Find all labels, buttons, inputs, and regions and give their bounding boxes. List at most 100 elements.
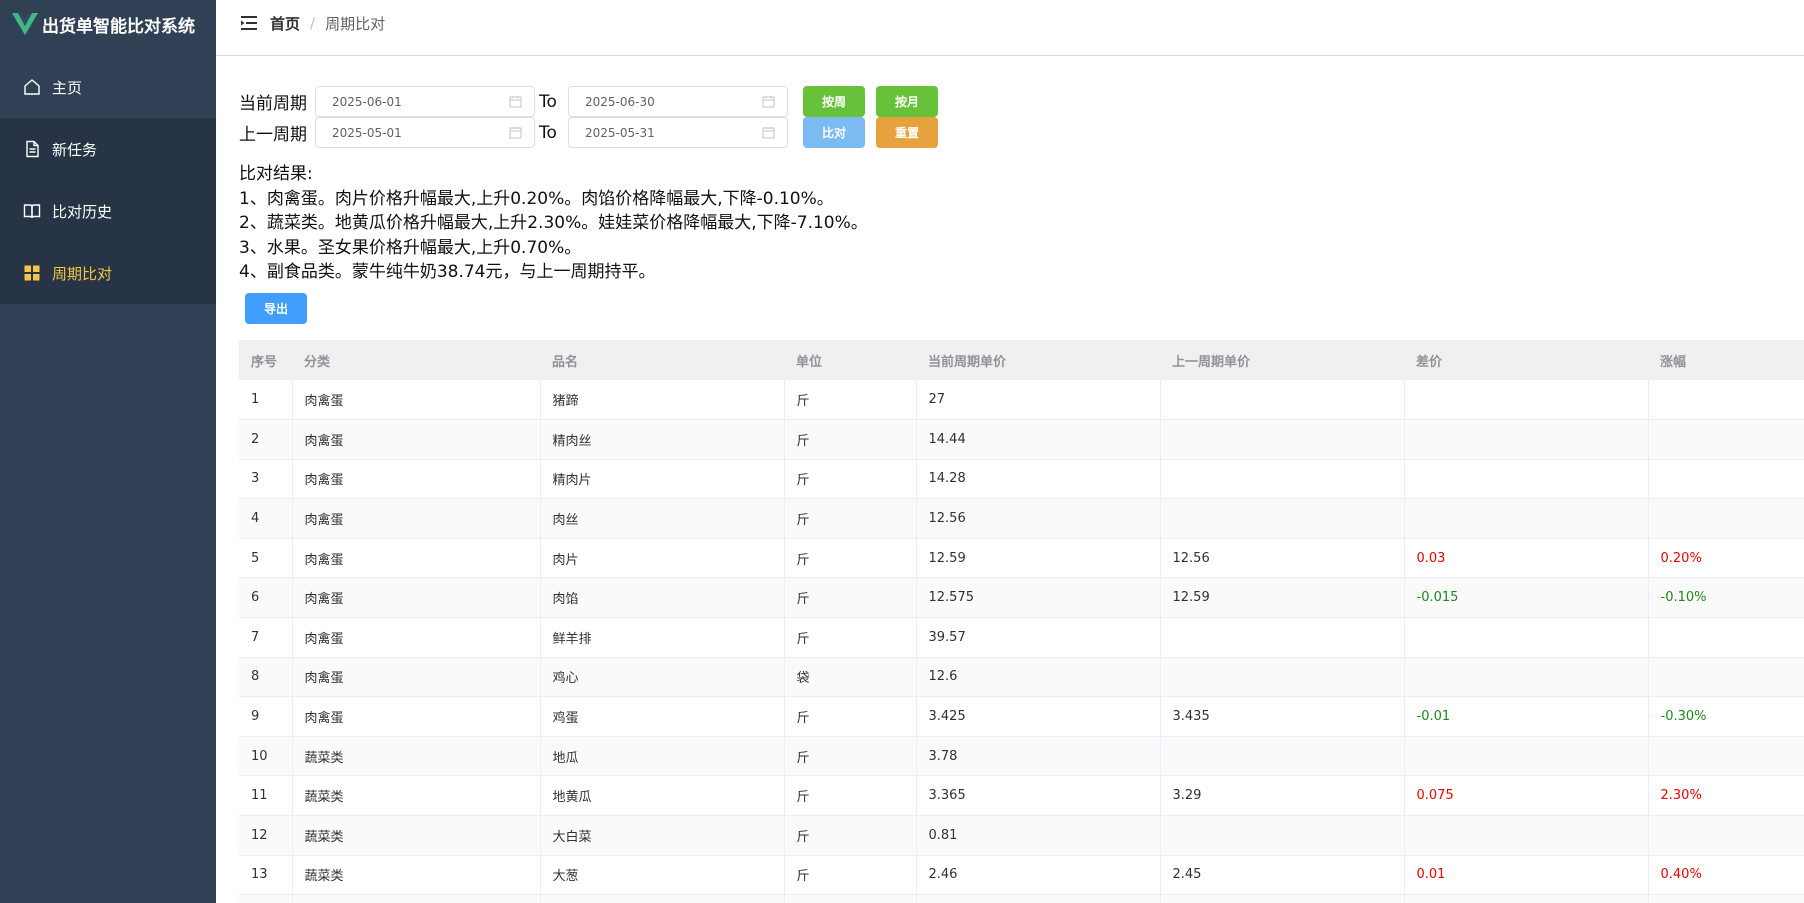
- sidebar-item-label: 主页: [52, 78, 83, 97]
- previous-end-date-input[interactable]: 2025-05-31: [568, 117, 788, 148]
- table-cell: 0.01: [1404, 855, 1649, 896]
- sidebar-item-history[interactable]: 比对历史: [0, 180, 216, 242]
- sidebar-menu: 主页 新任务 比对历史 周期比对: [0, 56, 216, 304]
- table-cell: 12.575: [916, 577, 1161, 619]
- table-cell: 3.435: [1160, 696, 1405, 737]
- current-end-date-input[interactable]: 2025-06-30: [568, 86, 788, 117]
- table-cell: 大葱: [540, 855, 785, 896]
- breadcrumb-current: 周期比对: [325, 14, 386, 33]
- table-cell: [1648, 419, 1804, 460]
- table-row[interactable]: 11 蔬菜类 地黄瓜斤 3.365 3.29 0.075 2.30%: [239, 775, 1804, 817]
- sidebar-item-home[interactable]: 主页: [0, 56, 216, 118]
- table-cell: 0.81: [916, 815, 1161, 856]
- breadcrumb-home[interactable]: 首页: [270, 13, 300, 34]
- table-cell: 8: [239, 657, 293, 698]
- table-cell: 12.56: [916, 498, 1161, 539]
- table-row[interactable]: 7 肉禽蛋 鲜羊排斤 39.57: [239, 617, 1804, 658]
- table-cell: [784, 894, 917, 903]
- current-start-date-input[interactable]: 2025-06-01: [315, 86, 535, 117]
- table-cell: 斤: [784, 577, 917, 619]
- table-cell: [292, 894, 541, 903]
- table-cell: 肉禽蛋: [292, 498, 541, 539]
- by-week-button[interactable]: 按周: [803, 86, 865, 117]
- by-month-button[interactable]: 按月: [876, 86, 938, 117]
- table-cell: [1404, 894, 1649, 903]
- table-cell: 肉丝: [540, 498, 785, 539]
- reset-button[interactable]: 重置: [876, 117, 938, 148]
- current-period-label: 当前周期: [239, 94, 307, 114]
- table-row[interactable]: 8 肉禽蛋 鸡心袋 12.6: [239, 657, 1804, 698]
- table-cell: [1404, 815, 1649, 856]
- table-cell: [1404, 380, 1649, 421]
- result-title: 比对结果:: [239, 164, 313, 184]
- export-button[interactable]: 导出: [245, 292, 307, 324]
- table-cell: 27: [916, 380, 1161, 421]
- logo[interactable]: 出货单智能比对系统: [0, 0, 216, 48]
- table-cell: [1404, 459, 1649, 500]
- column-header[interactable]: 上一周期单价: [1160, 340, 1404, 380]
- table-cell: 7: [239, 617, 293, 658]
- table-cell: -0.30%: [1648, 696, 1804, 737]
- breadcrumb: 首页 / 周期比对: [270, 13, 385, 34]
- column-header[interactable]: 涨幅: [1648, 340, 1804, 380]
- table-header-row: 序号 分类 品名 单位 当前周期单价 上一周期单价 差价 涨幅: [239, 340, 1804, 380]
- table-cell: 12.6: [916, 657, 1161, 698]
- table-cell: 12.59: [1160, 577, 1405, 619]
- table-row[interactable]: 10 蔬菜类 地瓜斤 3.78: [239, 736, 1804, 777]
- table-cell: 0.40%: [1648, 855, 1804, 896]
- table-cell: [1404, 617, 1649, 658]
- previous-start-date-input[interactable]: 2025-05-01: [315, 117, 535, 148]
- table-cell: 肉禽蛋: [292, 459, 541, 500]
- table-row[interactable]: 2 肉禽蛋 精肉丝斤 14.44: [239, 419, 1804, 460]
- table-cell: 肉片: [540, 538, 785, 579]
- compare-button[interactable]: 比对: [803, 117, 865, 148]
- table-cell: [1648, 459, 1804, 500]
- table-cell: 斤: [784, 775, 917, 817]
- table-cell: 地黄瓜: [540, 775, 785, 817]
- table-cell: [1160, 419, 1405, 460]
- column-header[interactable]: 差价: [1404, 340, 1648, 380]
- table-row[interactable]: 14: [239, 894, 1804, 903]
- table-cell: 斤: [784, 696, 917, 737]
- table-cell: 3.425: [916, 696, 1161, 737]
- sidebar-item-label: 比对历史: [52, 202, 113, 221]
- column-header[interactable]: 分类: [292, 340, 540, 380]
- sidebar-item-new-task[interactable]: 新任务: [0, 118, 216, 180]
- table-row[interactable]: 9 肉禽蛋 鸡蛋斤 3.425 3.435 -0.01 -0.30%: [239, 696, 1804, 737]
- column-header[interactable]: 当前周期单价: [916, 340, 1160, 380]
- table-row[interactable]: 6 肉禽蛋 肉馅斤 12.575 12.59 -0.015 -0.10%: [239, 577, 1804, 619]
- sidebar-item-label: 周期比对: [52, 264, 113, 283]
- calendar-icon: [509, 127, 522, 139]
- table-row[interactable]: 5 肉禽蛋 肉片斤 12.59 12.56 0.03 0.20%: [239, 538, 1804, 579]
- table-cell: 鲜羊排: [540, 617, 785, 658]
- table-cell: 斤: [784, 459, 917, 500]
- date-value: 2025-05-31: [585, 125, 655, 140]
- column-header[interactable]: 序号: [239, 340, 292, 380]
- column-header[interactable]: 单位: [784, 340, 916, 380]
- table-row[interactable]: 3 肉禽蛋 精肉片斤 14.28: [239, 459, 1804, 500]
- sidebar: 出货单智能比对系统 主页 新任务 比对历史 周期比对: [0, 0, 216, 903]
- table-cell: 3.78: [916, 736, 1161, 777]
- table-row[interactable]: 1 肉禽蛋 猪蹄斤 27: [239, 380, 1804, 421]
- column-header[interactable]: 品名: [540, 340, 784, 380]
- table-cell: 精肉片: [540, 459, 785, 500]
- table-cell: 1: [239, 380, 293, 421]
- sidebar-item-label: 新任务: [52, 140, 98, 159]
- table-row[interactable]: 12 蔬菜类 大白菜斤 0.81: [239, 815, 1804, 856]
- hamburger-icon[interactable]: [240, 14, 258, 32]
- table-cell: 肉馅: [540, 577, 785, 619]
- table-cell: [540, 894, 785, 903]
- table-cell: [1160, 894, 1405, 903]
- current-period-row: 当前周期 2025-06-01 To 2025-06-30 按周 按月: [239, 86, 1804, 117]
- table-cell: 肉禽蛋: [292, 538, 541, 579]
- table-cell: 肉禽蛋: [292, 380, 541, 421]
- table-cell: 9: [239, 696, 293, 737]
- table-cell: 猪蹄: [540, 380, 785, 421]
- table-cell: [916, 894, 1161, 903]
- table-row[interactable]: 4 肉禽蛋 肉丝斤 12.56: [239, 498, 1804, 539]
- table-cell: [1160, 657, 1405, 698]
- table-row[interactable]: 13 蔬菜类 大葱斤 2.46 2.45 0.01 0.40%: [239, 855, 1804, 896]
- result-line: 1、肉禽蛋。肉片价格升幅最大,上升0.20%。肉馅价格降幅最大,下降-0.10%…: [239, 188, 834, 209]
- table-cell: 蔬菜类: [292, 855, 541, 896]
- sidebar-item-period-compare[interactable]: 周期比对: [0, 242, 216, 304]
